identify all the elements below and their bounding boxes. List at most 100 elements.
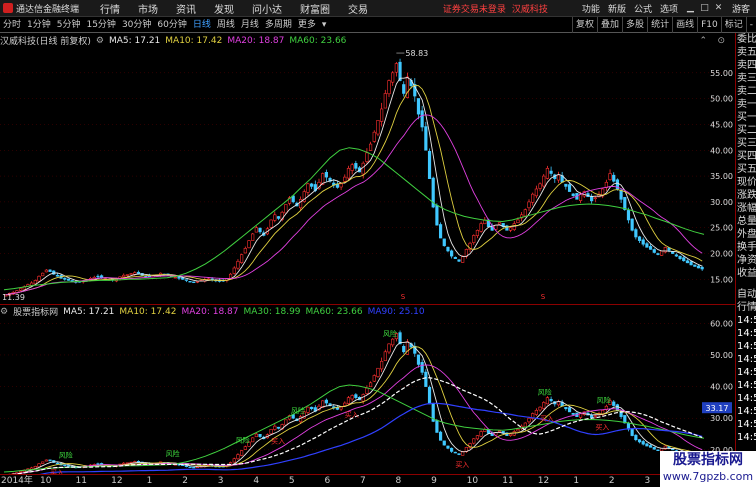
period-60min[interactable]: 60分钟 — [154, 17, 189, 33]
candle-body — [343, 402, 347, 406]
login-warning[interactable]: 证券交易未登录 — [443, 2, 506, 15]
side-buy2[interactable]: 买二 — [736, 124, 756, 137]
y-tick-label: 15.00 — [710, 275, 733, 284]
tool-duogu[interactable]: 多股 — [622, 16, 647, 33]
candle-body — [527, 417, 531, 423]
main-chart-svg[interactable]: 55.00 50.00 45.00 40.00 35.00 30.00 25.00 20.00… — [0, 33, 735, 304]
side-shouyi[interactable]: 收益 — [736, 267, 756, 280]
side-buy3[interactable]: 买三 — [736, 137, 756, 150]
period-multi[interactable]: 多周期 — [262, 17, 295, 33]
candle-body — [306, 406, 310, 413]
side-hangqing[interactable]: 行情 — [736, 301, 756, 314]
tool-tongji[interactable]: 统计 — [647, 16, 672, 33]
side-sell5[interactable]: 卖五 — [736, 46, 756, 59]
close-icon[interactable]: ✕ — [713, 3, 724, 14]
side-jingzi[interactable]: 净资 — [736, 254, 756, 267]
menu-item-shichang[interactable]: 市场 — [129, 1, 167, 16]
period-5min[interactable]: 5分钟 — [54, 17, 84, 33]
tool-biaoji[interactable]: 标记 — [720, 16, 746, 33]
tool-huaxian[interactable]: 画线 — [672, 16, 697, 33]
x-axis-label: 2 — [608, 476, 615, 486]
right-info-panel: 委比 卖五 卖四 卖三 卖二 卖一 买一 买二 买三 买四 买五 现价 涨跌 涨… — [735, 33, 756, 487]
sub-legend-settings-icon[interactable]: ⚙ — [0, 307, 8, 317]
sub-legend-ma60: MA60: 23.66 — [305, 306, 363, 317]
indicator-chart[interactable]: 60.0050.0040.0030.0020.00买入买入买入买入买入买入买入买… — [0, 304, 735, 474]
candle-body — [479, 431, 483, 437]
side-sell3[interactable]: 卖三 — [736, 72, 756, 85]
tool-f10[interactable]: F10 — [697, 16, 721, 33]
main-kline-chart[interactable]: 55.00 50.00 45.00 40.00 35.00 30.00 25.00 20.00… — [0, 33, 735, 304]
menu-item-hangqing[interactable]: 行情 — [91, 1, 129, 16]
period-monthly[interactable]: 月线 — [238, 17, 262, 33]
side-sell1[interactable]: 卖一 — [736, 98, 756, 111]
side-sell4[interactable]: 卖四 — [736, 59, 756, 72]
candle-body — [656, 253, 660, 255]
menu-gongshi[interactable]: 公式 — [630, 2, 656, 15]
menu-xuanxiang[interactable]: 选项 — [656, 2, 682, 15]
time-axis: 2014年1011121234567891011121234 — [0, 474, 735, 487]
candle-body — [37, 463, 41, 468]
x-axis-label: 11 — [502, 476, 514, 486]
period-15min[interactable]: 15分钟 — [83, 17, 118, 33]
period-1min[interactable]: 1分钟 — [24, 17, 54, 33]
side-huanshou[interactable]: 换手 — [736, 241, 756, 254]
menu-item-faxian[interactable]: 发现 — [205, 1, 243, 16]
current-stock-name: 汉威科技 — [511, 4, 548, 15]
title-bar: 通达信金融终端 行情 市场 资讯 发现 问小达 财富圈 交易 证券交易未登录 汉… — [0, 0, 756, 17]
candle-body — [122, 274, 126, 278]
menu-item-jiaoyi[interactable]: 交易 — [339, 1, 377, 16]
side-buy1[interactable]: 买一 — [736, 111, 756, 124]
candle-body — [365, 152, 369, 162]
indicator-chart-svg[interactable]: 60.0050.0040.0030.0020.00买入买入买入买入买入买入买入买… — [0, 305, 735, 474]
side-weibi[interactable]: 委比 — [736, 33, 756, 46]
period-30min[interactable]: 30分钟 — [119, 17, 154, 33]
candle-body — [339, 406, 343, 410]
menu-item-wenxiaoda[interactable]: 问小达 — [243, 1, 291, 16]
tool-collapse[interactable]: - — [745, 16, 756, 33]
chevron-down-icon[interactable]: ▾ — [319, 17, 330, 33]
menu-gongneng[interactable]: 功能 — [578, 2, 604, 15]
side-zhangfu[interactable]: 涨幅 — [736, 202, 756, 215]
side-buy5[interactable]: 买五 — [736, 163, 756, 176]
side-buy4[interactable]: 买四 — [736, 150, 756, 163]
tool-fuquan[interactable]: 复权 — [572, 16, 597, 33]
maximize-icon[interactable]: □ — [699, 3, 710, 14]
candle-body — [689, 261, 693, 266]
candle-body — [446, 445, 450, 449]
y-tick-label: 40.00 — [710, 146, 733, 155]
tool-diejia[interactable]: 叠加 — [597, 16, 622, 33]
candle-body — [365, 387, 369, 394]
sub-legend: ⚙ 股票指标网 MA5: 17.21 MA10: 17.42 MA20: 18.… — [0, 306, 430, 319]
menu-xinban[interactable]: 新版 — [604, 2, 630, 15]
candle-body — [564, 407, 568, 410]
side-sell2[interactable]: 卖二 — [736, 85, 756, 98]
chart-up-arrow-icon[interactable]: ⌃ — [699, 36, 707, 46]
main-legend: 汉威科技(日线 前复权) ⚙ MA5: 17.21 MA10: 17.42 MA… — [0, 35, 351, 48]
candle-body — [549, 399, 553, 402]
side-zongliang[interactable]: 总量 — [736, 215, 756, 228]
menu-item-zixun[interactable]: 资讯 — [167, 1, 205, 16]
risk-signal-label: 风险 — [236, 435, 250, 444]
candle-body — [435, 204, 439, 226]
legend-settings-icon[interactable]: ⚙ — [96, 36, 104, 46]
candle-body — [394, 63, 398, 73]
candle-body — [96, 275, 100, 278]
side-waipan[interactable]: 外盘 — [736, 228, 756, 241]
candle-body — [247, 240, 251, 249]
period-fenshi[interactable]: 分时 — [0, 17, 24, 33]
period-more[interactable]: 更多 — [295, 17, 319, 33]
candle-body — [700, 266, 704, 270]
side-zhangdie[interactable]: 涨跌 — [736, 189, 756, 202]
period-weekly[interactable]: 周线 — [214, 17, 238, 33]
menu-item-caifuquan[interactable]: 财富圈 — [291, 1, 339, 16]
candle-body — [361, 162, 365, 175]
candle-body — [354, 394, 358, 398]
side-xianjia[interactable]: 现价 — [736, 176, 756, 189]
guest-label[interactable]: 游客 — [732, 2, 750, 15]
minimize-icon[interactable]: ▁ — [685, 3, 696, 14]
candle-body — [387, 80, 391, 95]
side-zidong[interactable]: 自动 — [736, 288, 756, 301]
period-daily[interactable]: 日线 — [190, 17, 214, 33]
chart-expand-icon[interactable]: ⊙ — [717, 36, 725, 46]
candle-body — [674, 254, 678, 257]
